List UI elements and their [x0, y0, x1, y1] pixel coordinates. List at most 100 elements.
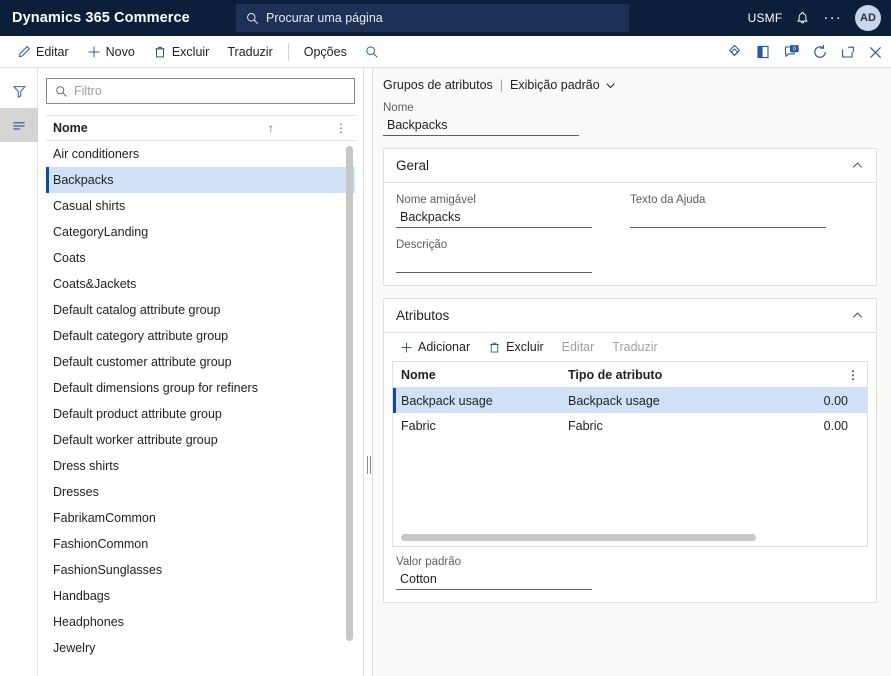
attributes-column-type[interactable]: Tipo de atributo: [568, 368, 748, 382]
attribute-name-cell: Backpack usage: [401, 393, 493, 408]
chevron-up-icon[interactable]: [851, 159, 864, 172]
notification-bell-icon[interactable]: [795, 11, 810, 26]
toolbar-search-button[interactable]: [356, 38, 388, 66]
trash-icon: [153, 45, 167, 59]
attributes-toolbar: Adicionar Excluir Editar Traduzir: [384, 333, 876, 361]
list-item-label: Air conditioners: [53, 147, 140, 161]
avatar[interactable]: AD: [855, 5, 881, 31]
list-item[interactable]: FashionSunglasses: [46, 557, 355, 583]
attribute-value-cell: 0.00: [823, 393, 848, 408]
search-icon: [365, 45, 379, 59]
list-item-label: Default dimensions group for refiners: [53, 381, 258, 395]
breadcrumb-separator: |: [499, 78, 504, 92]
list-item-label: Default customer attribute group: [53, 355, 232, 369]
general-section-header[interactable]: Geral: [384, 149, 876, 183]
delete-button[interactable]: Excluir: [144, 38, 219, 66]
list-item[interactable]: Headphones: [46, 609, 355, 635]
list-item[interactable]: FashionCommon: [46, 531, 355, 557]
filter-input[interactable]: Filtro: [46, 78, 355, 104]
action-pane-toolbar: Editar Novo Excluir Traduzir Opções 0: [0, 36, 891, 68]
trash-icon: [488, 341, 501, 354]
list-item[interactable]: FabrikamCommon: [46, 505, 355, 531]
list-item[interactable]: Default category attribute group: [46, 323, 355, 349]
refresh-icon[interactable]: [812, 44, 828, 60]
global-search-input[interactable]: Procurar uma página: [236, 4, 629, 32]
sort-ascending-icon[interactable]: ↑: [268, 121, 274, 135]
list-item[interactable]: Coats: [46, 245, 355, 271]
attribute-value-cell: 0.00: [823, 418, 848, 433]
column-options-icon[interactable]: ⋮: [847, 369, 859, 381]
list-item[interactable]: CategoryLanding: [46, 219, 355, 245]
translate-button[interactable]: Traduzir: [218, 38, 281, 66]
help-text-label: Texto da Ajuda: [630, 194, 706, 206]
record-name-field: Nome Backpacks: [383, 102, 579, 136]
attributes-section-title: Atributos: [396, 308, 450, 323]
chevron-up-icon[interactable]: [851, 309, 864, 322]
company-indicator[interactable]: USMF: [748, 11, 783, 25]
table-row[interactable]: Backpack usage Backpack usage 0.00: [393, 388, 867, 413]
list-item[interactable]: Default worker attribute group: [46, 427, 355, 453]
global-search-placeholder: Procurar uma página: [266, 11, 383, 25]
list-item-label: Headphones: [53, 615, 124, 629]
list-item[interactable]: Default product attribute group: [46, 401, 355, 427]
pane-splitter[interactable]: [363, 68, 373, 676]
new-button[interactable]: Novo: [78, 38, 144, 66]
list-item-label: Dresses: [53, 485, 99, 499]
chevron-down-icon: [605, 80, 616, 91]
attributes-grid-horizontal-scrollbar[interactable]: [401, 534, 756, 541]
list-item[interactable]: Handbags: [46, 583, 355, 609]
list-item-label: Handbags: [53, 589, 110, 603]
attributes-column-name[interactable]: Nome: [393, 368, 568, 382]
attributes-section-header[interactable]: Atributos: [384, 299, 876, 333]
messages-badge-icon[interactable]: 0: [783, 44, 800, 61]
edit-button[interactable]: Editar: [8, 38, 78, 66]
list-item[interactable]: Backpacks: [46, 167, 355, 193]
popout-icon[interactable]: [840, 44, 856, 60]
plus-icon: [400, 341, 413, 354]
friendly-name-input[interactable]: Backpacks: [396, 207, 592, 228]
breadcrumb: Grupos de atributos | Exibição padrão: [383, 78, 877, 92]
attachments-icon[interactable]: [726, 44, 743, 61]
list-item[interactable]: Default dimensions group for refiners: [46, 375, 355, 401]
search-icon: [55, 85, 68, 98]
list-vertical-scrollbar[interactable]: [346, 146, 353, 641]
friendly-name-label: Nome amigável: [396, 194, 476, 206]
help-text-input[interactable]: [630, 207, 826, 228]
description-input[interactable]: [396, 252, 592, 273]
list-item[interactable]: Coats&Jackets: [46, 271, 355, 297]
list-item-label: FashionSunglasses: [53, 563, 163, 577]
list-item[interactable]: Default catalog attribute group: [46, 297, 355, 323]
splitter-grip: [367, 456, 371, 474]
list-item[interactable]: Air conditioners: [46, 141, 355, 167]
list-pane-button[interactable]: [0, 108, 38, 142]
attributes-add-label: Adicionar: [418, 340, 471, 354]
more-options-icon[interactable]: ···: [823, 10, 842, 25]
options-button[interactable]: Opções: [295, 38, 356, 66]
record-name-input[interactable]: Backpacks: [383, 115, 579, 136]
attributes-delete-button[interactable]: Excluir: [480, 338, 552, 356]
list-item[interactable]: Dress shirts: [46, 453, 355, 479]
general-section-card: Geral Nome amigável Backpacks Texto da A…: [383, 148, 877, 286]
list-item[interactable]: Default customer attribute group: [46, 349, 355, 375]
breadcrumb-page-title[interactable]: Grupos de atributos: [383, 78, 493, 92]
table-row[interactable]: Fabric Fabric 0.00: [393, 413, 867, 438]
toolbar-divider: [287, 42, 289, 61]
list-item-label: Backpacks: [53, 173, 114, 187]
general-section-title: Geral: [396, 158, 430, 173]
list-item[interactable]: Jewelry: [46, 635, 355, 661]
delete-button-label: Excluir: [171, 44, 210, 59]
default-value-label: Valor padrão: [396, 556, 461, 568]
close-icon[interactable]: [868, 45, 883, 60]
attributes-add-button[interactable]: Adicionar: [392, 338, 478, 356]
view-selector[interactable]: Exibição padrão: [510, 78, 616, 92]
list-item[interactable]: Casual shirts: [46, 193, 355, 219]
default-value-input[interactable]: Cotton: [396, 569, 592, 590]
list-column-header[interactable]: Nome ↑ ⋮: [46, 115, 355, 141]
column-options-icon[interactable]: ⋮: [335, 122, 347, 134]
office-apps-icon[interactable]: [755, 44, 771, 60]
list-item-label: Default catalog attribute group: [53, 303, 221, 317]
attribute-name-cell: Fabric: [401, 418, 436, 433]
list-item[interactable]: Dresses: [46, 479, 355, 505]
filter-pane-button[interactable]: [0, 74, 38, 108]
view-selector-label: Exibição padrão: [510, 78, 600, 92]
